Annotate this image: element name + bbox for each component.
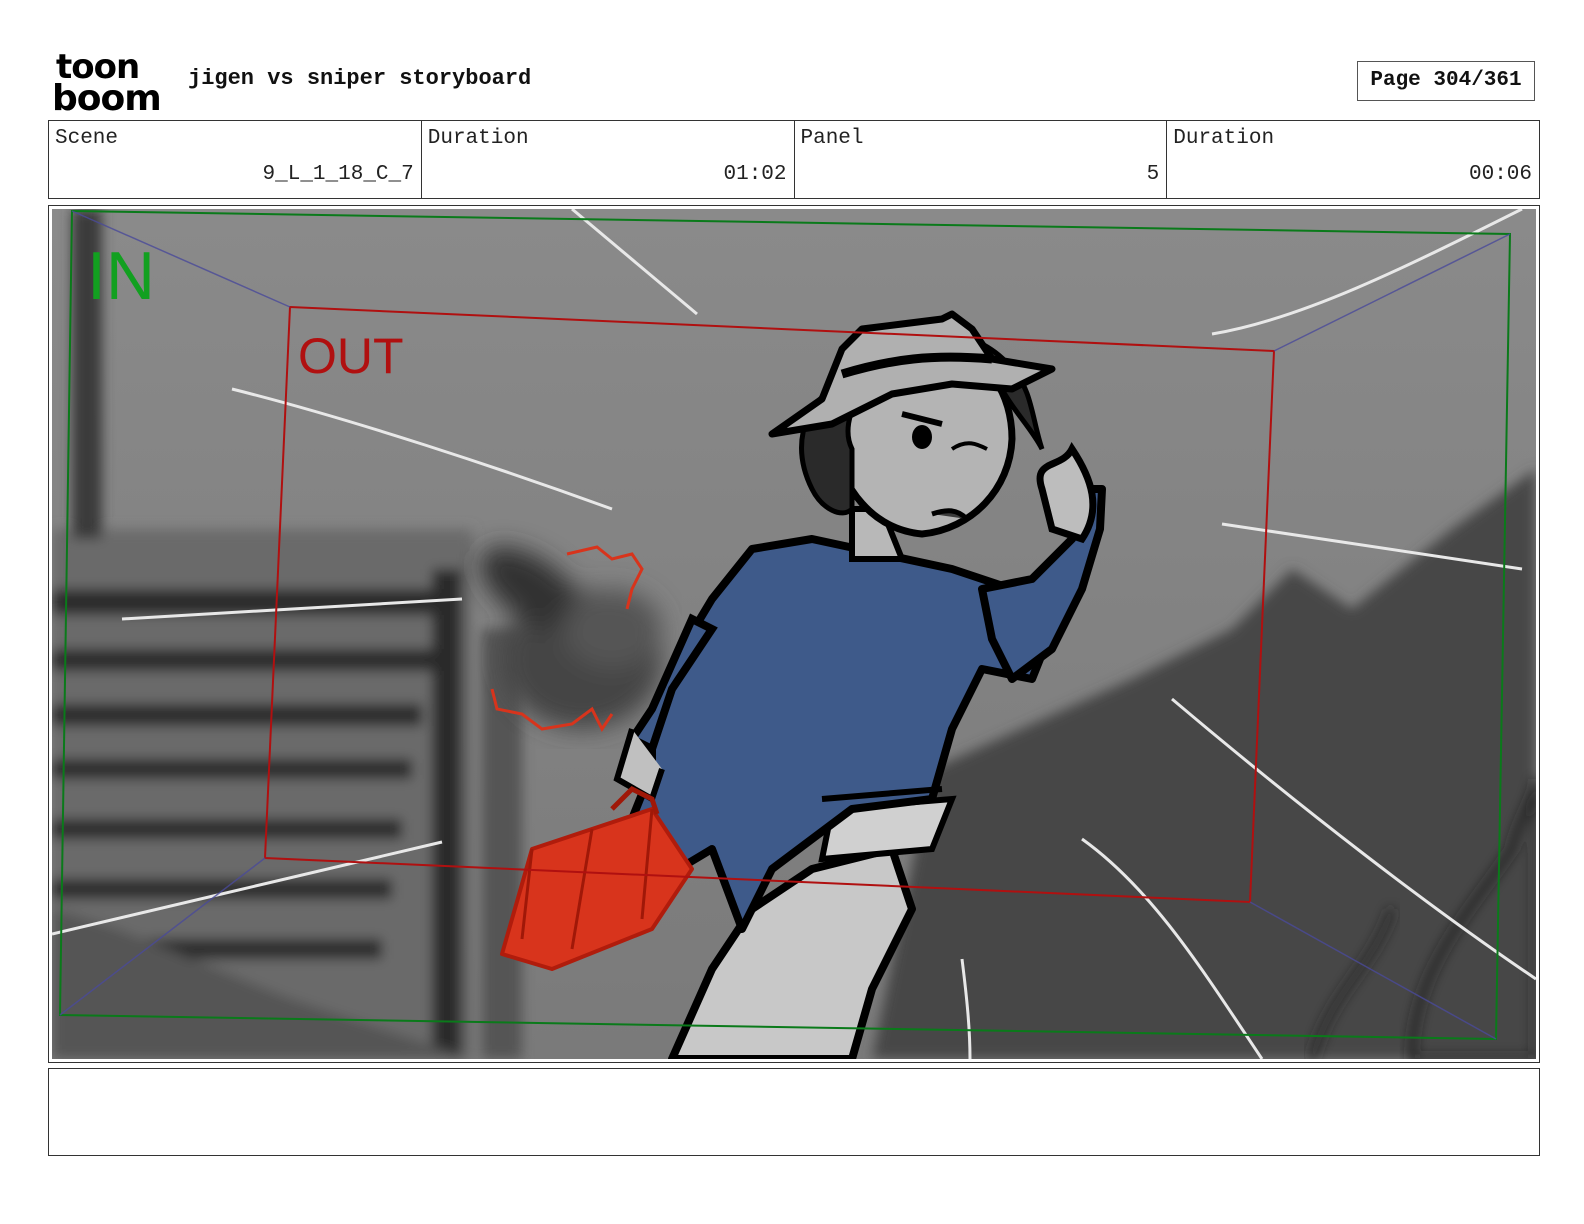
panel-duration-cell: Duration 00:06 (1167, 121, 1539, 198)
scene-duration-cell: Duration 01:02 (422, 121, 795, 198)
scene-value: 9_L_1_18_C_7 (262, 163, 414, 186)
logo-line-2: boom (52, 78, 161, 114)
panel-duration-label: Duration (1173, 127, 1275, 150)
info-table: Scene 9_L_1_18_C_7 Duration 01:02 Panel … (48, 120, 1540, 199)
panel-notes-box (48, 1068, 1540, 1156)
scene-label: Scene (55, 127, 119, 150)
toon-boom-logo: toon boom (52, 47, 164, 119)
in-label: IN (87, 238, 155, 314)
scene-duration-value: 01:02 (723, 163, 787, 186)
panel-value: 5 (1146, 163, 1160, 186)
scene-duration-label: Duration (427, 127, 529, 150)
panel-duration-value: 00:06 (1468, 163, 1532, 186)
scene-cell: Scene 9_L_1_18_C_7 (49, 121, 422, 198)
page-indicator: Page 304/361 (1357, 61, 1535, 101)
logo-graphic: toon boom (52, 47, 162, 119)
panel-cell: Panel 5 (795, 121, 1168, 198)
out-label: OUT (298, 328, 404, 384)
document-title: jigen vs sniper storyboard (188, 66, 532, 91)
storyboard-panel-image: OUT IN (52, 209, 1536, 1059)
panel-label: Panel (800, 127, 864, 150)
